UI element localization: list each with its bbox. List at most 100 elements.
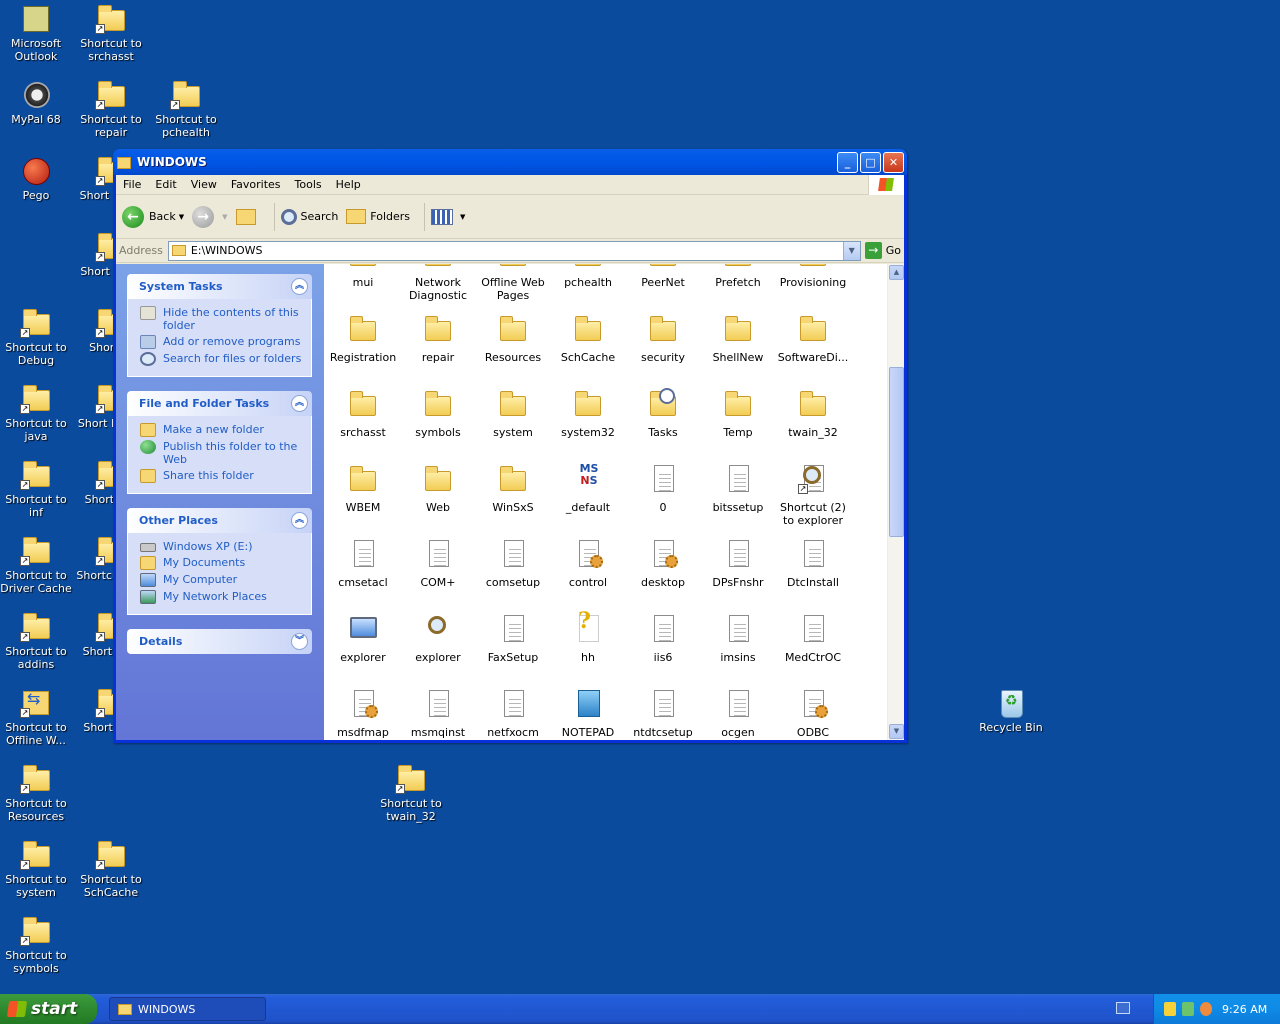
collapse-chevron-icon[interactable]: ︽ bbox=[291, 512, 308, 529]
file-item[interactable]: SoftwareDi... bbox=[776, 313, 850, 364]
place-my-computer[interactable]: My Computer bbox=[140, 573, 303, 587]
file-item[interactable]: twain_32 bbox=[776, 388, 850, 439]
maximize-button[interactable]: □ bbox=[860, 151, 881, 173]
file-item[interactable]: control bbox=[551, 538, 625, 589]
file-item[interactable]: ShellNew bbox=[701, 313, 775, 364]
task-hide-contents[interactable]: Hide the contents of this folder bbox=[140, 306, 303, 332]
network-icon[interactable] bbox=[1182, 1002, 1194, 1016]
file-item[interactable]: DPsFnshr bbox=[701, 538, 775, 589]
file-item[interactable]: msmqinst bbox=[401, 688, 475, 739]
file-item[interactable]: ? hh bbox=[551, 610, 625, 664]
minimize-button[interactable]: _ bbox=[837, 151, 858, 173]
file-item[interactable]: cmsetacl bbox=[326, 538, 400, 589]
desktop-icon[interactable]: ↗ Shortcut to Resources bbox=[0, 764, 72, 823]
file-item[interactable]: Web bbox=[401, 463, 475, 514]
scrollbar-thumb[interactable] bbox=[889, 367, 904, 537]
file-item[interactable]: MS NS _default bbox=[551, 463, 625, 515]
menu-view[interactable]: View bbox=[184, 178, 224, 191]
desktop-icon[interactable]: ↗ Shortcut to Driver Cache bbox=[0, 536, 72, 595]
desktop-icon[interactable]: ↗ Shortcut to java bbox=[0, 384, 72, 443]
address-input[interactable]: E:\WINDOWS ▼ bbox=[167, 240, 861, 261]
collapse-chevron-icon[interactable]: ︽ bbox=[291, 278, 308, 295]
file-item[interactable]: FaxSetup bbox=[476, 613, 550, 664]
file-item[interactable]: NOTEPAD bbox=[551, 688, 625, 739]
desktop-icon[interactable]: ↗ Shortcut to srchasst bbox=[75, 4, 147, 63]
scroll-down-icon[interactable]: ▼ bbox=[889, 724, 904, 739]
go-button[interactable]: → Go bbox=[864, 242, 901, 259]
clock[interactable]: 9:26 AM bbox=[1222, 1003, 1267, 1016]
desktop-icon[interactable]: Pego bbox=[0, 156, 72, 202]
folders-button[interactable]: Folders bbox=[346, 209, 410, 224]
file-item[interactable]: system bbox=[476, 388, 550, 439]
file-item[interactable]: COM+ bbox=[401, 538, 475, 589]
file-item[interactable]: mui bbox=[326, 264, 400, 289]
file-item[interactable]: msdfmap bbox=[326, 688, 400, 739]
explorer-window[interactable]: WINDOWS _ □ ✕ File Edit View Favorites T… bbox=[113, 149, 907, 743]
address-dropdown-icon[interactable]: ▼ bbox=[842, 241, 860, 260]
desktop-icon[interactable]: ↗ Shortcut to repair bbox=[75, 80, 147, 139]
keyboard-icon[interactable] bbox=[1116, 1002, 1130, 1014]
file-item[interactable]: srchasst bbox=[326, 388, 400, 439]
file-item[interactable]: Prefetch bbox=[701, 264, 775, 289]
file-item[interactable]: explorer bbox=[326, 613, 400, 664]
desktop-icon[interactable]: ↗ Shortcut to system bbox=[0, 840, 72, 899]
file-item[interactable]: iis6 bbox=[626, 613, 700, 664]
file-item[interactable]: WinSxS bbox=[476, 463, 550, 514]
file-item[interactable]: bitssetup bbox=[701, 463, 775, 514]
file-item[interactable]: security bbox=[626, 313, 700, 364]
task-share-folder[interactable]: Share this folder bbox=[140, 469, 303, 483]
expand-chevron-icon[interactable]: ︾ bbox=[291, 633, 308, 650]
file-item[interactable]: ↗ Shortcut (2) to explorer bbox=[776, 463, 850, 527]
file-item[interactable]: DtcInstall bbox=[776, 538, 850, 589]
collapse-chevron-icon[interactable]: ︽ bbox=[291, 395, 308, 412]
task-make-new-folder[interactable]: Make a new folder bbox=[140, 423, 303, 437]
file-item[interactable]: symbols bbox=[401, 388, 475, 439]
place-my-network-places[interactable]: My Network Places bbox=[140, 590, 303, 604]
file-item[interactable]: 0 bbox=[626, 463, 700, 514]
file-item[interactable]: Resources bbox=[476, 313, 550, 364]
menu-help[interactable]: Help bbox=[329, 178, 368, 191]
desktop-icon[interactable]: ↗ Shortcut to SchCache bbox=[75, 840, 147, 899]
views-button[interactable]: ▼ bbox=[431, 208, 465, 225]
desktop-icon[interactable]: ↗ Shortcut to Offline W... bbox=[0, 688, 72, 747]
file-item[interactable]: ntdtcsetup bbox=[626, 688, 700, 739]
search-icon[interactable] bbox=[1200, 1002, 1212, 1016]
desktop-icon[interactable]: Microsoft Outlook bbox=[0, 4, 72, 63]
other-places-header[interactable]: Other Places ︽ bbox=[127, 508, 312, 533]
back-dropdown-icon[interactable]: ▼ bbox=[179, 213, 184, 221]
file-item[interactable]: Registration bbox=[326, 313, 400, 364]
start-button[interactable]: start bbox=[0, 994, 97, 1024]
menu-edit[interactable]: Edit bbox=[148, 178, 183, 191]
desktop-icon[interactable]: MyPal 68 bbox=[0, 80, 72, 126]
desktop-icon[interactable]: ↗ Shortcut to pchealth bbox=[150, 80, 222, 139]
file-item[interactable]: Network Diagnostic bbox=[401, 264, 475, 302]
file-item[interactable]: MedCtrOC bbox=[776, 613, 850, 664]
security-shield-icon[interactable] bbox=[1164, 1002, 1176, 1016]
file-item[interactable]: Provisioning bbox=[776, 264, 850, 289]
file-item[interactable]: ocgen bbox=[701, 688, 775, 739]
search-button[interactable]: Search bbox=[280, 208, 338, 225]
file-item[interactable]: ODBC bbox=[776, 688, 850, 739]
menu-file[interactable]: File bbox=[116, 178, 148, 191]
file-item[interactable]: explorer bbox=[401, 613, 475, 664]
desktop-icon[interactable]: ↗ Shortcut to symbols bbox=[0, 916, 72, 975]
file-item[interactable]: comsetup bbox=[476, 538, 550, 589]
window-titlebar[interactable]: WINDOWS _ □ ✕ bbox=[113, 149, 907, 175]
scroll-up-icon[interactable]: ▲ bbox=[889, 265, 904, 280]
close-button[interactable]: ✕ bbox=[883, 151, 904, 173]
menu-tools[interactable]: Tools bbox=[288, 178, 329, 191]
file-item[interactable]: repair bbox=[401, 313, 475, 364]
place-drive-e[interactable]: Windows XP (E:) bbox=[140, 540, 303, 553]
desktop-icon[interactable]: ↗ Shortcut to twain_32 bbox=[375, 764, 447, 823]
details-header[interactable]: Details ︾ bbox=[127, 629, 312, 654]
file-item[interactable]: Tasks bbox=[626, 388, 700, 439]
file-folder-tasks-header[interactable]: File and Folder Tasks ︽ bbox=[127, 391, 312, 416]
file-item[interactable]: desktop bbox=[626, 538, 700, 589]
forward-button[interactable]: → ▼ bbox=[192, 205, 228, 228]
menu-favorites[interactable]: Favorites bbox=[224, 178, 288, 191]
desktop-icon[interactable]: ↗ Shortcut to inf bbox=[0, 460, 72, 519]
task-search-files[interactable]: Search for files or folders bbox=[140, 352, 303, 366]
file-item[interactable]: WBEM bbox=[326, 463, 400, 514]
task-add-remove-programs[interactable]: Add or remove programs bbox=[140, 335, 303, 349]
file-item[interactable]: pchealth bbox=[551, 264, 625, 289]
